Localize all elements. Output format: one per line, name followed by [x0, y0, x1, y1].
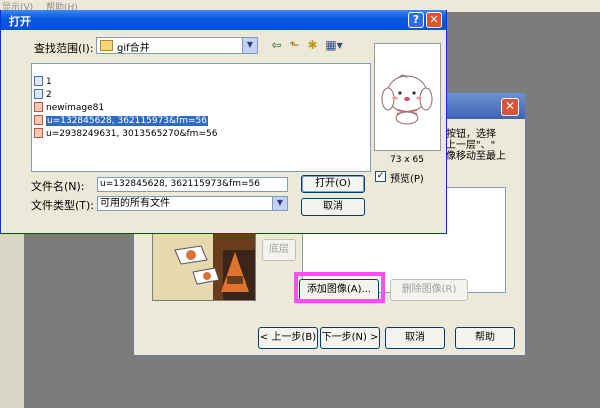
list-item[interactable]: 1 [34, 76, 52, 89]
image-preview [374, 43, 441, 151]
dialog-titlebar: 打开 ? ✕ [1, 10, 446, 30]
cancel-button[interactable]: 取消 [301, 198, 365, 216]
remove-image-button[interactable]: 删除图像(R) [390, 279, 468, 301]
back-button[interactable]: < 上一步(B) [258, 327, 318, 349]
folder-icon [100, 40, 113, 51]
image-file-icon [34, 102, 43, 112]
file-name-input[interactable]: u=132845628, 362115973&fm=56 [97, 177, 288, 192]
preview-dimensions: 73 x 65 [390, 155, 424, 165]
image-file-icon [34, 115, 43, 125]
list-item-selected[interactable]: u=132845628, 362115973&fm=56 [34, 115, 208, 128]
help-button[interactable]: ? [408, 12, 424, 28]
look-in-label: 查找范围(I): [34, 42, 94, 55]
frames-thumbnail-icon [153, 230, 255, 300]
file-type-label: 文件类型(T): [31, 199, 95, 212]
help-button[interactable]: 帮助 [455, 327, 515, 349]
wizard-instructions: 按钮，选择 上一层"、" 像移动至最上 [446, 129, 526, 162]
chevron-down-icon[interactable]: ▼ [272, 197, 287, 210]
cancel-button[interactable]: 取消 [385, 327, 445, 349]
instruction-line: 按钮，选择 [446, 129, 496, 140]
open-button[interactable]: 打开(O) [301, 175, 365, 193]
gif-file-icon [34, 76, 43, 86]
file-type-value: 可用的所有文件 [100, 198, 170, 209]
look-in-value: gif合并 [117, 43, 150, 54]
view-menu-icon[interactable]: ▦▾ [323, 38, 345, 53]
bottom-layer-button[interactable]: 底层 [262, 239, 296, 261]
wizard-close-button[interactable]: ✕ [501, 98, 519, 116]
image-file-icon [34, 128, 43, 138]
new-folder-icon[interactable]: ✱ [305, 38, 320, 53]
list-item[interactable]: u=2938249631, 3013565270&fm=56 [34, 128, 217, 141]
dialog-title: 打开 [9, 15, 31, 28]
close-button[interactable]: ✕ [426, 12, 442, 28]
chevron-down-icon[interactable]: ▼ [242, 38, 257, 53]
preview-label: 预览(P) [390, 174, 424, 185]
file-type-combobox[interactable]: 可用的所有文件 ▼ [97, 196, 288, 211]
up-folder-icon[interactable]: ⬑ [287, 38, 302, 53]
annotation-highlight [294, 272, 385, 303]
open-file-dialog: 打开 ? ✕ 查找范围(I): gif合并 ▼ ⇦ ⬑ ✱ ▦▾ 1 2 new… [0, 10, 447, 234]
preview-thumbnail-icon [381, 74, 433, 125]
back-arrow-icon[interactable]: ⇦ [269, 38, 284, 53]
list-item[interactable]: 2 [34, 89, 52, 102]
instruction-line: 上一层"、" [446, 140, 496, 151]
file-name-label: 文件名(N): [31, 180, 85, 193]
instruction-line: 像移动至最上 [446, 151, 506, 162]
list-item[interactable]: newimage81 [34, 102, 104, 115]
file-list[interactable]: 1 2 newimage81 u=132845628, 362115973&fm… [31, 63, 371, 172]
next-button[interactable]: 下一步(N) > [320, 327, 380, 349]
look-in-combobox[interactable]: gif合并 ▼ [96, 37, 258, 54]
preview-checkbox[interactable]: ✓ [375, 171, 386, 182]
wizard-frames-preview [152, 229, 256, 301]
gif-file-icon [34, 89, 43, 99]
